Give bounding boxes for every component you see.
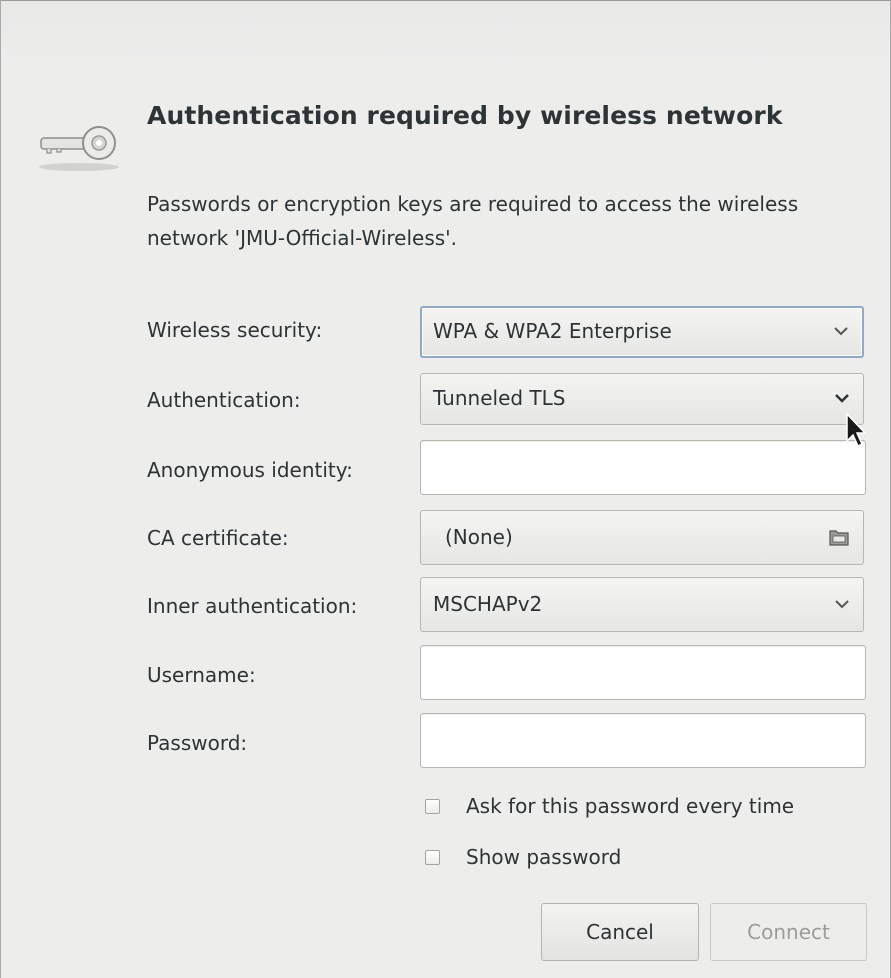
show-password-checkbox[interactable]	[425, 850, 440, 865]
chevron-down-icon	[835, 600, 849, 609]
connect-button[interactable]: Connect	[710, 903, 867, 961]
password-label: Password:	[147, 731, 248, 755]
dialog-description: Passwords or encryption keys are require…	[147, 192, 799, 250]
ask-password-label: Ask for this password every time	[466, 794, 795, 818]
anonymous-identity-input[interactable]	[420, 440, 866, 495]
key-icon	[39, 126, 119, 171]
password-input[interactable]	[420, 713, 866, 768]
inner-authentication-value: MSCHAPv2	[433, 592, 543, 616]
username-label: Username:	[147, 663, 256, 687]
ca-certificate-label: CA certificate:	[147, 526, 289, 550]
authentication-combo[interactable]: Tunneled TLS	[420, 373, 864, 425]
folder-icon	[829, 530, 849, 546]
chevron-down-icon	[835, 394, 849, 403]
chevron-down-icon	[834, 327, 848, 336]
authentication-value: Tunneled TLS	[433, 386, 566, 410]
mouse-cursor-icon	[846, 412, 867, 448]
username-input[interactable]	[420, 645, 866, 700]
show-password-label: Show password	[466, 845, 622, 869]
dialog-title: Authentication required by wireless netw…	[147, 101, 783, 130]
inner-authentication-label: Inner authentication:	[147, 594, 358, 618]
wireless-security-combo[interactable]: WPA & WPA2 Enterprise	[420, 306, 864, 358]
wireless-security-value: WPA & WPA2 Enterprise	[433, 319, 672, 343]
ca-certificate-chooser[interactable]: (None)	[420, 510, 864, 565]
wireless-security-label: Wireless security:	[147, 318, 323, 342]
inner-authentication-combo[interactable]: MSCHAPv2	[420, 577, 864, 632]
ca-certificate-value: (None)	[445, 525, 513, 549]
auth-dialog: Authentication required by wireless netw…	[0, 0, 891, 978]
cancel-button[interactable]: Cancel	[541, 903, 699, 961]
ask-password-checkbox[interactable]	[425, 799, 440, 814]
anonymous-identity-label: Anonymous identity:	[147, 458, 353, 482]
authentication-label: Authentication:	[147, 388, 301, 412]
